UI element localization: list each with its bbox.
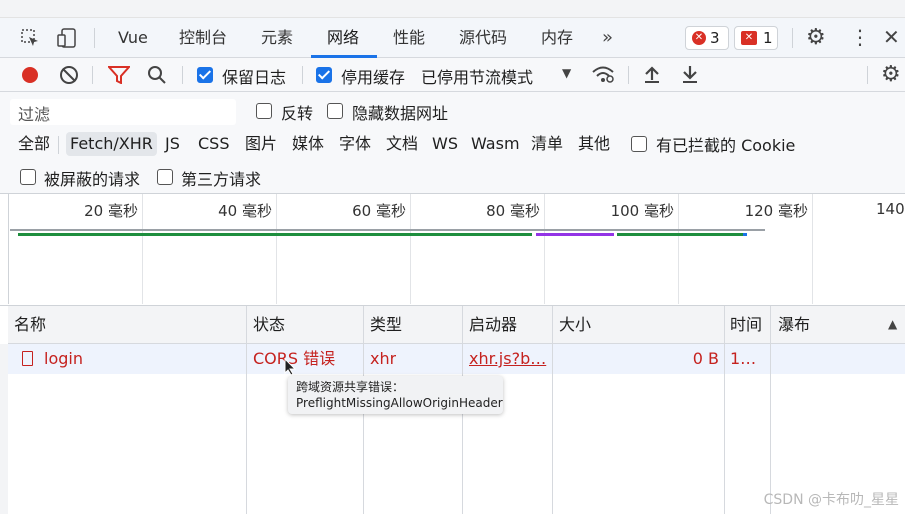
timeline-request-bar-green	[18, 233, 532, 236]
filter-type-font[interactable]: 字体	[339, 132, 371, 156]
filter-type-js[interactable]: JS	[165, 132, 180, 156]
tab-performance[interactable]: 性能	[393, 18, 425, 58]
request-name[interactable]: login	[44, 344, 83, 374]
request-size: 0 B	[692, 349, 719, 368]
import-har-icon[interactable]	[643, 64, 661, 88]
cors-error-tooltip: 跨域资源共享错误： PreflightMissingAllowOriginHea…	[288, 376, 503, 414]
blocked-cookies-checkbox[interactable]	[631, 136, 647, 152]
filter-type-other[interactable]: 其他	[578, 132, 610, 156]
network-settings-gear-icon[interactable]: ⚙	[881, 62, 901, 87]
sort-ascending-icon[interactable]: ▲	[888, 317, 897, 331]
third-party-checkbox[interactable]	[157, 169, 173, 185]
hide-data-urls-label: 隐藏数据网址	[352, 104, 449, 123]
export-har-icon[interactable]	[681, 64, 699, 88]
filter-funnel-icon[interactable]	[106, 66, 132, 88]
blocked-requests-checkbox[interactable]	[20, 169, 36, 185]
device-toolbar-icon[interactable]	[56, 27, 78, 49]
more-options-icon[interactable]: ⋮	[850, 25, 870, 49]
overview-timeline[interactable]: 20 毫秒 40 毫秒 60 毫秒 80 毫秒 100 毫秒 120 毫秒 14…	[0, 194, 905, 306]
timeline-tick-label: 100 毫秒	[610, 202, 674, 220]
disable-cache-label: 停用缓存	[341, 68, 406, 87]
close-devtools-icon[interactable]: ✕	[883, 25, 900, 49]
invert-label: 反转	[281, 104, 314, 123]
clear-icon[interactable]	[60, 66, 78, 84]
chevron-down-icon[interactable]: ▼	[562, 66, 571, 80]
error-icon: ✕	[692, 31, 706, 45]
column-header-status[interactable]: 状态	[253, 306, 285, 344]
filter-bar: 过滤 反转 隐藏数据网址 全部 Fetch/XHR JS CSS 图片 媒体 字…	[0, 92, 905, 194]
column-header-type[interactable]: 类型	[370, 306, 402, 344]
tab-console[interactable]: 控制台	[179, 18, 227, 58]
timeline-request-bar-purple	[536, 233, 614, 236]
throttling-select[interactable]: 已停用节流模式	[421, 64, 533, 88]
disable-cache-checkbox[interactable]	[316, 67, 332, 83]
column-header-time[interactable]: 时间	[730, 306, 764, 344]
filter-type-css[interactable]: CSS	[198, 132, 229, 156]
filter-input-box[interactable]: 过滤	[10, 99, 236, 125]
column-header-initiator[interactable]: 启动器	[469, 306, 517, 344]
tab-elements[interactable]: 元素	[261, 18, 293, 58]
issues-count: 1	[763, 29, 773, 47]
timeline-tick-label: 120 毫秒	[744, 202, 808, 220]
browser-top-strip	[0, 0, 905, 18]
request-type: xhr	[370, 349, 397, 368]
filter-input[interactable]: 过滤	[18, 101, 50, 125]
left-gutter	[0, 344, 8, 514]
timeline-tick-label: 80 毫秒	[486, 202, 540, 220]
timeline-range-track	[10, 229, 765, 231]
blocked-cookies-label: 有已拦截的 Cookie	[656, 136, 796, 155]
request-time: 1…	[730, 349, 757, 368]
request-error-file-icon	[22, 351, 33, 366]
preserve-log-checkbox[interactable]	[197, 67, 213, 83]
column-header-size[interactable]: 大小	[559, 306, 591, 344]
timeline-request-bar-blue	[743, 233, 747, 236]
issue-flag-icon: ✕	[741, 31, 757, 45]
tab-memory[interactable]: 内存	[541, 18, 573, 58]
column-header-name[interactable]: 名称	[14, 306, 46, 344]
error-count-badge[interactable]: ✕ 3	[685, 26, 729, 50]
record-icon[interactable]	[22, 67, 38, 83]
tooltip-detail: PreflightMissingAllowOriginHeader	[296, 396, 503, 410]
third-party-label: 第三方请求	[181, 170, 262, 189]
invert-checkbox[interactable]	[256, 103, 272, 119]
filter-type-manifest[interactable]: 清单	[531, 132, 563, 156]
settings-gear-icon[interactable]: ⚙	[806, 25, 826, 50]
column-header-waterfall[interactable]: 瀑布	[778, 306, 810, 344]
tooltip-title: 跨域资源共享错误：	[296, 380, 405, 394]
inspect-element-icon[interactable]	[20, 28, 40, 48]
more-tabs-icon[interactable]: »	[602, 27, 613, 48]
tab-sources[interactable]: 源代码	[459, 18, 507, 58]
timeline-request-bar-green-2	[617, 233, 743, 236]
issues-count-badge[interactable]: ✕ 1	[734, 26, 778, 50]
search-icon[interactable]	[147, 65, 167, 89]
devtools-tab-bar: Vue 控制台 元素 网络 性能 源代码 内存 » ✕ 3 ✕ 1 ⚙ ⋮ ✕	[0, 18, 905, 58]
preserve-log-label: 保留日志	[222, 68, 287, 87]
timeline-tick-label: 60 毫秒	[352, 202, 406, 220]
filter-type-wasm[interactable]: Wasm	[471, 132, 520, 156]
csdn-watermark: CSDN @卡布叻_星星	[763, 492, 899, 508]
error-count: 3	[710, 29, 720, 47]
filter-type-media[interactable]: 媒体	[292, 132, 324, 156]
filter-type-ws[interactable]: WS	[432, 132, 458, 156]
filter-type-fetch-xhr[interactable]: Fetch/XHR	[66, 132, 157, 156]
tab-network[interactable]: 网络	[327, 18, 359, 58]
timeline-tick-label: 40 毫秒	[218, 202, 272, 220]
request-initiator-link[interactable]: xhr.js?b…	[469, 344, 549, 374]
network-conditions-wifi-icon[interactable]	[591, 64, 615, 88]
timeline-tick-label: 20 毫秒	[84, 202, 138, 220]
network-toolbar: 保留日志 停用缓存 已停用节流模式 ▼ ⚙	[0, 58, 905, 92]
timeline-tick-label: 140	[876, 200, 905, 218]
filter-type-all[interactable]: 全部	[18, 132, 50, 156]
filter-type-img[interactable]: 图片	[245, 132, 277, 156]
hide-data-urls-checkbox[interactable]	[327, 103, 343, 119]
blocked-requests-label: 被屏蔽的请求	[44, 170, 141, 189]
tab-vue[interactable]: Vue	[118, 18, 148, 58]
filter-type-doc[interactable]: 文档	[386, 132, 418, 156]
